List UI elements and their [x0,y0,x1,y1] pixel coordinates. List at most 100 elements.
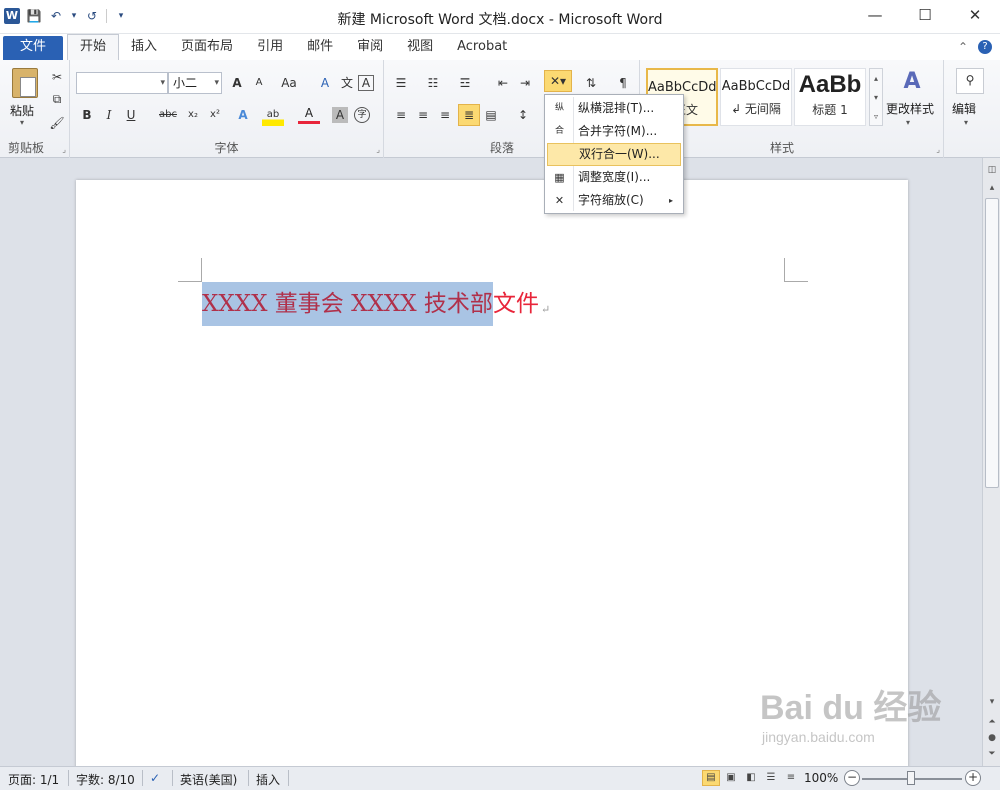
help-icon[interactable]: ? [978,40,992,54]
tab-acrobat[interactable]: Acrobat [445,36,519,60]
full-screen-reading-icon[interactable]: ▣ [722,770,740,786]
next-page-icon[interactable]: ⏷ [985,746,999,762]
highlight-color-icon[interactable]: ab [262,104,284,126]
sort-icon[interactable]: ⇅ [580,72,602,94]
scroll-down-icon[interactable]: ▾ [985,694,999,710]
menu-item-vertical-horizontal[interactable]: 纵 纵横混排(T)... [545,97,683,120]
language[interactable]: 英语(美国) [180,771,237,788]
font-size-combo[interactable]: 小二 ▾ [168,72,222,94]
clear-formatting-icon[interactable]: A [314,72,336,94]
bullets-icon[interactable]: ☰ [390,72,412,94]
grow-font-icon[interactable]: A [226,72,248,94]
menu-item-fit-text[interactable]: ▦ 调整宽度(I)... [545,166,683,189]
web-layout-icon[interactable]: ◧ [742,770,760,786]
paste-dropdown-icon[interactable]: ▾ [20,118,24,127]
styles-scroll[interactable]: ▴ ▾ ▿ [869,68,883,126]
paragraph-mark: ↵ [540,302,551,316]
text-effects-icon[interactable]: A [232,104,254,126]
tab-review[interactable]: 审阅 [345,36,395,60]
insert-mode[interactable]: 插入 [256,771,280,788]
character-border-icon[interactable]: A [358,75,374,91]
shrink-font-icon[interactable]: A [248,72,270,94]
chinese-layout-menu: 纵 纵横混排(T)... 合 合并字符(M)... 双行合一(W)... ▦ 调… [544,94,684,214]
justify-icon[interactable]: ≣ [458,104,480,126]
editing-label[interactable]: 编辑 [952,100,976,117]
align-left-icon[interactable]: ≡ [390,104,412,126]
subscript-button[interactable]: x₂ [182,104,204,126]
zoom-slider-thumb[interactable] [907,771,915,785]
menu-item-character-scaling[interactable]: ✕ 字符缩放(C) ▸ [545,189,683,212]
decrease-indent-icon[interactable]: ⇤ [492,72,514,94]
paste-icon[interactable] [12,68,38,98]
distributed-icon[interactable]: ▤ [480,104,502,126]
minimize-button[interactable]: — [850,0,900,30]
close-button[interactable]: ✕ [950,0,1000,30]
print-layout-icon[interactable]: ▤ [702,770,720,786]
watermark-url: jingyan.baidu.com [762,729,875,745]
italic-button[interactable]: I [98,104,120,126]
numbering-icon[interactable]: ☷ [422,72,444,94]
menu-item-two-lines-in-one[interactable]: 双行合一(W)... [547,143,681,166]
clipboard-launcher-icon[interactable]: ⌟ [62,145,66,154]
increase-indent-icon[interactable]: ⇥ [514,72,536,94]
tab-references[interactable]: 引用 [245,36,295,60]
menu-item-combine-characters[interactable]: 合 合并字符(M)... [545,120,683,143]
browse-object-icon[interactable]: ● [985,730,999,746]
change-styles-label[interactable]: 更改样式 [886,100,934,117]
styles-group-label: 样式 [770,141,795,155]
styles-launcher-icon[interactable]: ⌟ [936,145,940,154]
vertical-scrollbar[interactable]: ◫ ▴ ▾ ⏶ ● ⏷ [982,158,1000,766]
align-center-icon[interactable]: ≡ [412,104,434,126]
outline-icon[interactable]: ☰ [762,770,780,786]
ruler-toggle-icon[interactable]: ◫ [985,162,999,178]
multilevel-list-icon[interactable]: ☲ [454,72,476,94]
selected-text[interactable]: XXXX 董事会 XXXX 技术部 [202,282,493,326]
tab-view[interactable]: 视图 [395,36,445,60]
maximize-button[interactable]: ☐ [900,0,950,30]
combine-characters-icon: 合 [554,126,564,136]
document-paragraph[interactable]: XXXX 董事会 XXXX 技术部 文件 ↵ [202,282,550,326]
scroll-thumb[interactable] [985,198,999,488]
show-marks-icon[interactable]: ¶ [612,72,634,94]
style-no-spacing[interactable]: AaBbCcDd ↲ 无间隔 [720,68,792,126]
font-launcher-icon[interactable]: ⌟ [376,145,380,154]
zoom-in-button[interactable]: + [965,770,981,786]
phonetic-guide-icon[interactable]: 文 [336,72,358,94]
draft-icon[interactable]: ≡ [782,770,800,786]
tab-file[interactable]: 文件 [3,36,64,60]
character-shading-icon[interactable]: A [332,107,348,123]
zoom-level[interactable]: 100% [804,771,838,785]
paste-button-label[interactable]: 粘贴 [10,102,34,119]
binoculars-icon[interactable]: ⚲ [956,68,984,94]
tab-home[interactable]: 开始 [67,34,120,60]
bold-button[interactable]: B [76,104,98,126]
change-styles-icon[interactable]: A [898,68,926,96]
superscript-button[interactable]: x² [204,104,226,126]
tab-page-layout[interactable]: 页面布局 [169,36,245,60]
unselected-text[interactable]: 文件 [493,282,539,326]
strikethrough-button[interactable]: abc [154,104,182,126]
enclose-characters-icon[interactable]: 字 [354,107,370,123]
proofing-icon[interactable]: ✓ [150,771,160,785]
tab-mailings[interactable]: 邮件 [295,36,345,60]
cut-icon[interactable]: ✂ [46,66,68,88]
scroll-up-icon[interactable]: ▴ [985,180,999,196]
word-count[interactable]: 字数: 8/10 [76,771,135,788]
copy-icon[interactable]: ⧉ [46,88,68,110]
tab-insert[interactable]: 插入 [119,36,169,60]
chevron-down-icon: ▾ [214,78,219,88]
align-right-icon[interactable]: ≡ [434,104,456,126]
zoom-out-button[interactable]: − [844,770,860,786]
font-group-label: 字体 [214,141,239,155]
change-case-icon[interactable]: Aa [276,72,302,94]
line-spacing-icon[interactable]: ↕ [512,104,534,126]
page-count[interactable]: 页面: 1/1 [8,771,59,788]
underline-button[interactable]: U [120,104,142,126]
font-color-icon[interactable]: A [298,104,320,124]
format-painter-icon[interactable]: 🖌 [46,112,68,134]
style-heading-1[interactable]: AaBb 标题 1 [794,68,866,126]
previous-page-icon[interactable]: ⏶ [985,714,999,730]
chinese-layout-button[interactable]: ✕▾ [544,70,572,92]
minimize-ribbon-icon[interactable]: ⌃ [958,40,968,54]
font-name-combo[interactable]: ▾ [76,72,168,94]
